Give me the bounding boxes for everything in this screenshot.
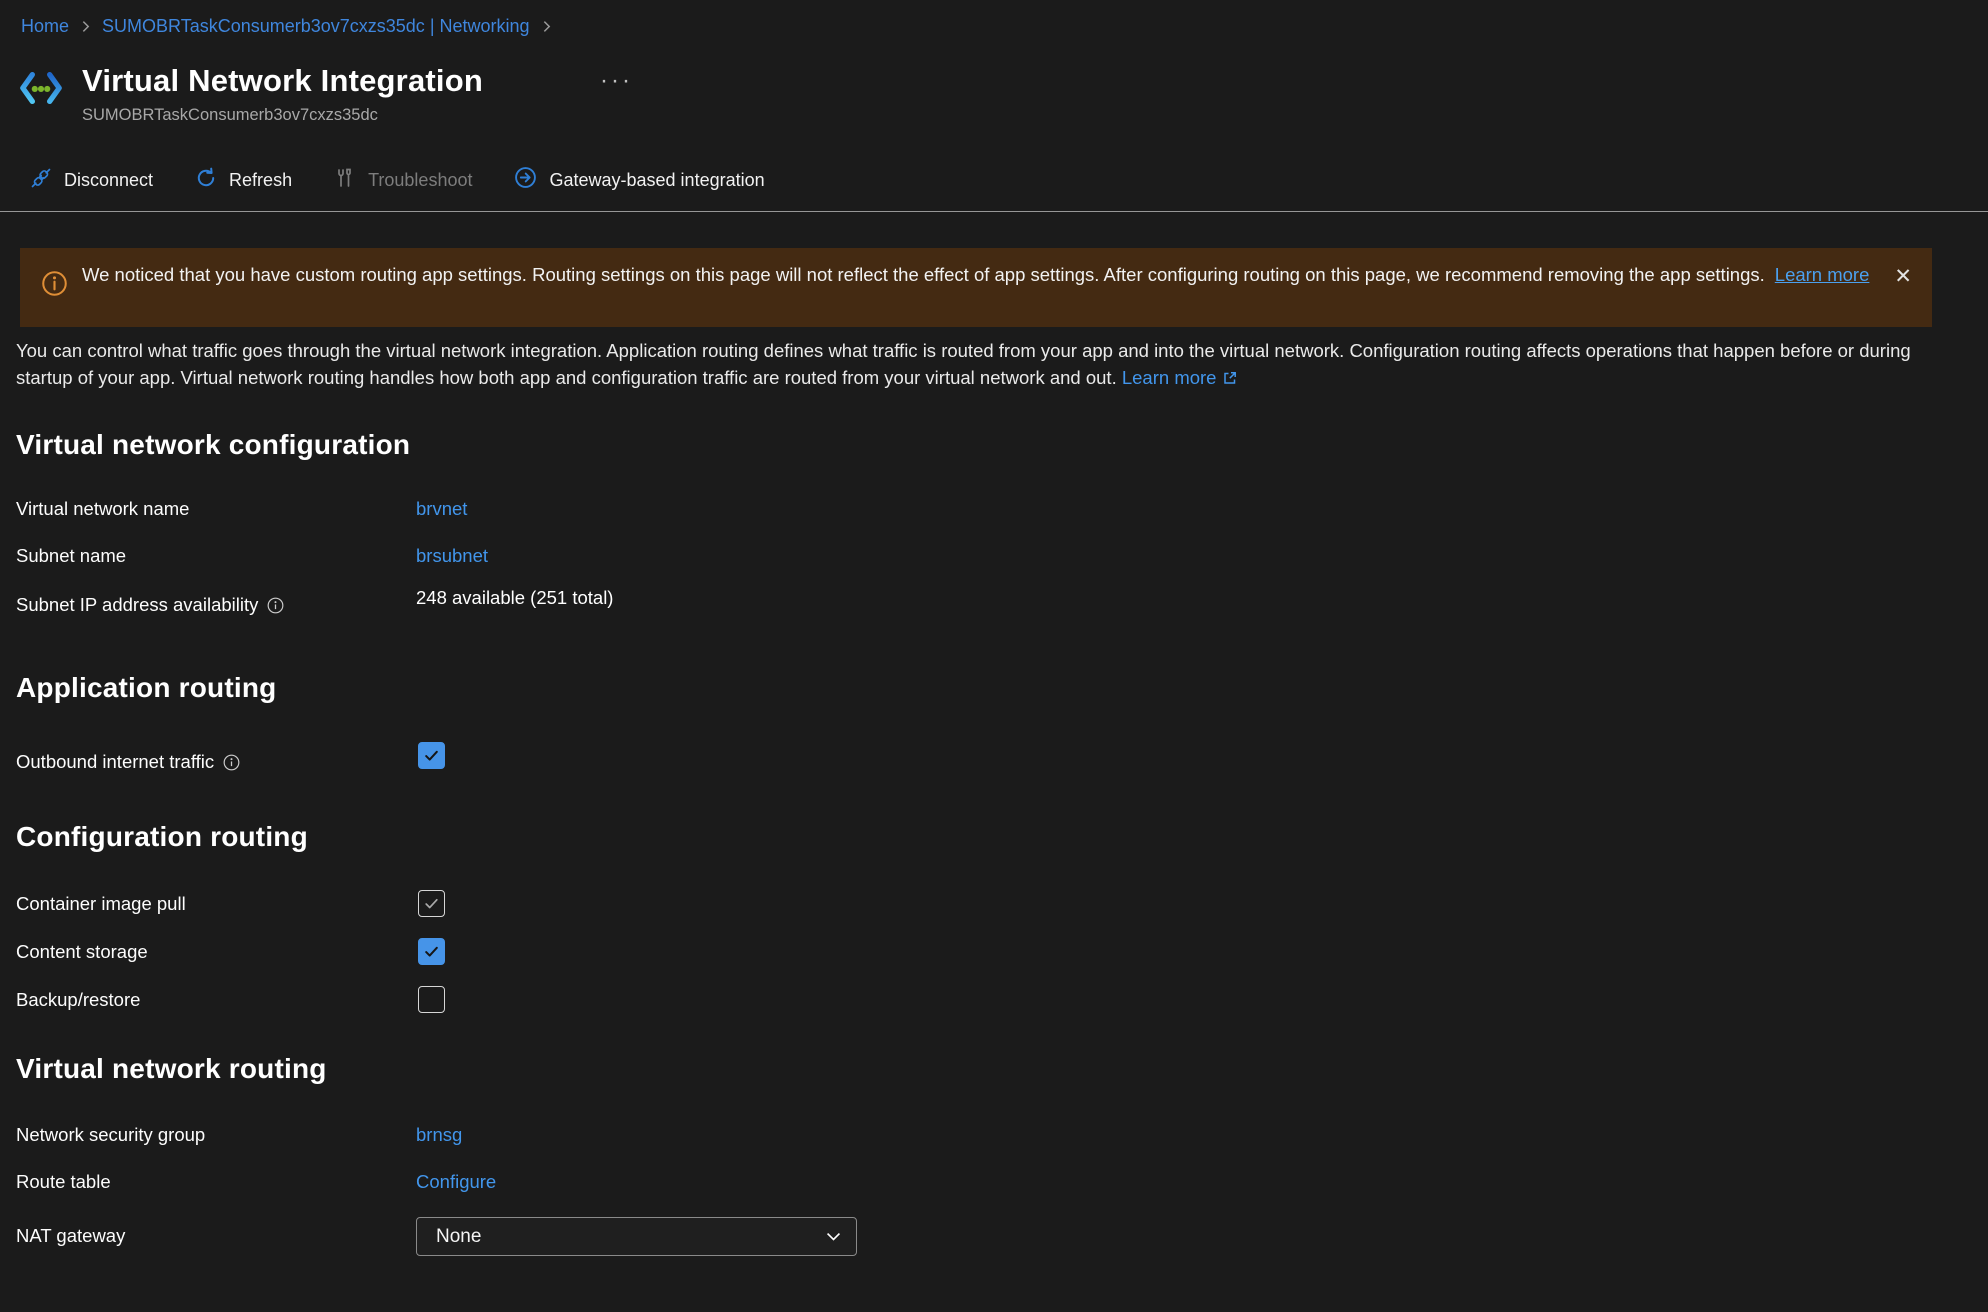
route-table-label: Route table (16, 1171, 111, 1193)
field-row-route-table: Route table Configure (16, 1171, 1116, 1201)
command-bar: Disconnect Refresh Troubleshoot (30, 161, 765, 199)
subnet-name-label: Subnet name (16, 545, 126, 567)
content-storage-checkbox[interactable] (418, 938, 445, 965)
page-title: Virtual Network Integration (82, 62, 483, 100)
network-security-group-label: Network security group (16, 1124, 205, 1146)
route-table-configure-link[interactable]: Configure (416, 1171, 496, 1193)
vnet-name-label: Virtual network name (16, 498, 189, 520)
network-security-group-link[interactable]: brnsg (416, 1124, 462, 1146)
field-row-container-image-pull: Container image pull (16, 890, 1116, 920)
check-icon (423, 747, 440, 764)
page-description: You can control what traffic goes throug… (16, 337, 1927, 393)
nat-gateway-select[interactable]: None (416, 1217, 857, 1256)
section-title-vnet-routing: Virtual network routing (16, 1053, 327, 1085)
chevron-down-icon (824, 1227, 843, 1246)
container-image-pull-label: Container image pull (16, 893, 186, 915)
field-row-subnet-name: Subnet name brsubnet (16, 545, 1116, 575)
section-title-application-routing: Application routing (16, 672, 276, 704)
refresh-label: Refresh (229, 170, 292, 191)
banner-learn-more-link[interactable]: Learn more (1775, 264, 1870, 285)
backup-restore-checkbox[interactable] (418, 986, 445, 1013)
arrow-circle-icon (514, 166, 537, 194)
disconnect-label: Disconnect (64, 170, 153, 191)
check-icon (423, 895, 440, 912)
refresh-icon (195, 167, 217, 194)
backup-restore-label: Backup/restore (16, 989, 140, 1011)
breadcrumb: Home SUMOBRTaskConsumerb3ov7cxzs35dc | N… (21, 16, 553, 37)
description-learn-more-link[interactable]: Learn more (1122, 367, 1239, 388)
warning-info-icon (41, 270, 68, 302)
outbound-internet-traffic-label: Outbound internet traffic (16, 751, 214, 773)
field-row-content-storage: Content storage (16, 938, 1116, 968)
field-row-backup-restore: Backup/restore (16, 986, 1116, 1016)
info-icon[interactable] (267, 597, 284, 614)
page-header: Virtual Network Integration SUMOBRTaskCo… (18, 62, 483, 125)
disconnect-button[interactable]: Disconnect (30, 167, 153, 194)
refresh-button[interactable]: Refresh (195, 167, 292, 194)
gateway-integration-button[interactable]: Gateway-based integration (514, 166, 764, 194)
subnet-name-link[interactable]: brsubnet (416, 545, 488, 567)
troubleshoot-label: Troubleshoot (368, 170, 472, 191)
breadcrumb-resource-link[interactable]: SUMOBRTaskConsumerb3ov7cxzs35dc | Networ… (102, 16, 530, 37)
content-storage-label: Content storage (16, 941, 148, 963)
troubleshoot-tools-icon (334, 167, 356, 194)
banner-close-icon[interactable]: ✕ (1894, 266, 1912, 287)
section-title-configuration-routing: Configuration routing (16, 821, 308, 853)
toolbar-divider (0, 211, 1988, 212)
field-row-network-security-group: Network security group brnsg (16, 1124, 1116, 1154)
check-icon (423, 943, 440, 960)
breadcrumb-chevron-icon (79, 20, 92, 33)
vnet-name-link[interactable]: brvnet (416, 498, 467, 520)
page-subtitle: SUMOBRTaskConsumerb3ov7cxzs35dc (82, 106, 483, 125)
disconnect-plug-icon (30, 167, 52, 194)
breadcrumb-home-link[interactable]: Home (21, 16, 69, 37)
nat-gateway-selected-value: None (436, 1226, 824, 1248)
subnet-ip-availability-value: 248 available (251 total) (416, 587, 613, 609)
warning-banner: We noticed that you have custom routing … (20, 248, 1932, 327)
section-title-vnet-configuration: Virtual network configuration (16, 429, 410, 461)
virtual-network-icon (18, 70, 64, 111)
field-row-vnet-name: Virtual network name brvnet (16, 498, 1116, 528)
nat-gateway-label: NAT gateway (16, 1225, 125, 1247)
field-row-outbound-internet-traffic: Outbound internet traffic (16, 742, 1116, 776)
troubleshoot-button: Troubleshoot (334, 167, 472, 194)
field-row-subnet-ip-availability: Subnet IP address availability 248 avail… (16, 594, 1116, 624)
subnet-ip-availability-label: Subnet IP address availability (16, 594, 258, 616)
gateway-integration-label: Gateway-based integration (549, 170, 764, 191)
info-icon[interactable] (223, 754, 240, 771)
breadcrumb-chevron-icon (540, 20, 553, 33)
container-image-pull-checkbox[interactable] (418, 890, 445, 917)
warning-banner-text: We noticed that you have custom routing … (82, 261, 1872, 288)
outbound-internet-traffic-checkbox[interactable] (418, 742, 445, 769)
more-options-button[interactable]: ··· (600, 62, 633, 100)
external-link-icon (1222, 366, 1238, 393)
